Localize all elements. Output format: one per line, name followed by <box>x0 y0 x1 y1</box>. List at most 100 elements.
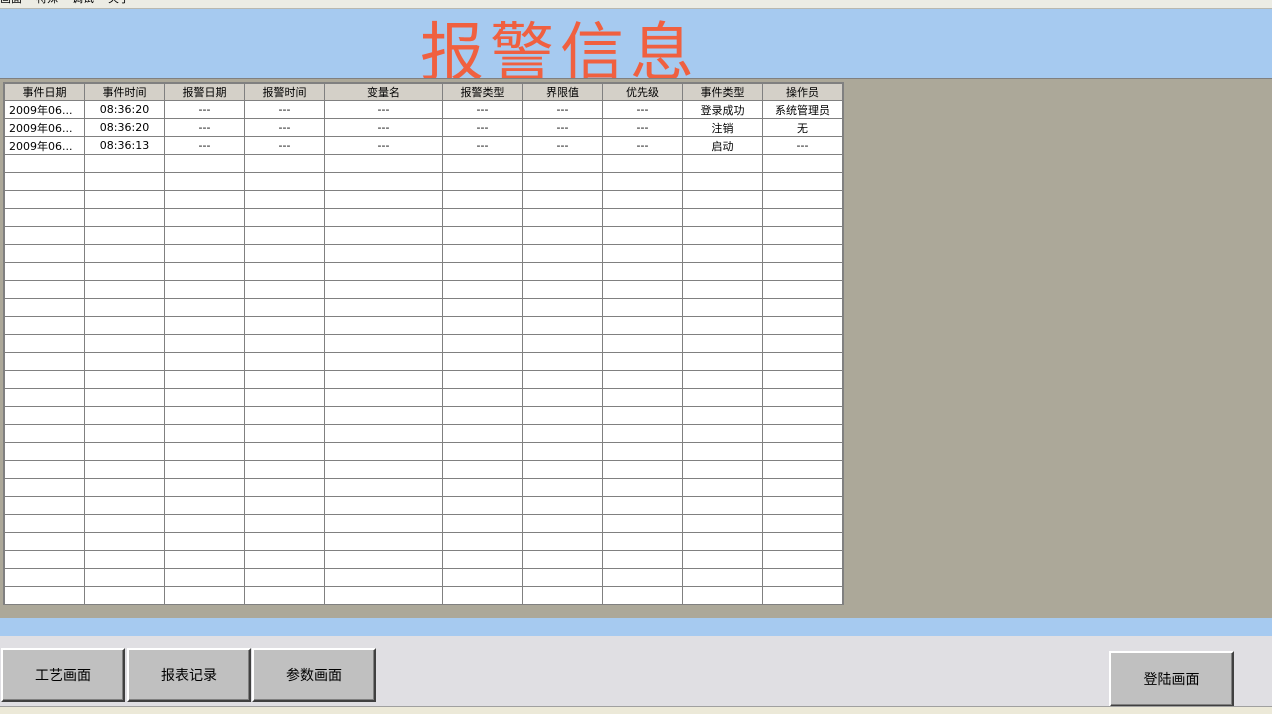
table-cell <box>522 424 603 443</box>
table-cell <box>762 388 843 407</box>
table-cell <box>164 298 245 317</box>
table-cell <box>762 244 843 263</box>
table-cell <box>522 334 603 353</box>
column-header[interactable]: 操作员 <box>762 83 843 101</box>
table-cell <box>324 388 443 407</box>
table-row[interactable]: 2009年06... 08:36:20 --- --- --- --- --- --- 注销无 <box>4 118 843 137</box>
table-cell <box>602 280 683 299</box>
table-cell <box>4 316 85 335</box>
table-cell <box>164 190 245 209</box>
column-header[interactable]: 变量名 <box>324 83 443 101</box>
menu-item[interactable]: 调试 <box>72 0 94 4</box>
table-cell <box>602 550 683 569</box>
table-cell <box>602 208 683 227</box>
table-cell <box>602 388 683 407</box>
table-cell <box>522 262 603 281</box>
table-cell <box>682 190 763 209</box>
table-cell <box>682 244 763 263</box>
table-cell <box>4 370 85 389</box>
process-screen-button[interactable]: 工艺画面 <box>1 648 125 702</box>
alarm-panel: 事件日期 事件时间 报警日期 报警时间 变量名 报警类型 界限值 优先级 事件类型 操作员 200… <box>0 78 1272 620</box>
column-header[interactable]: 事件日期 <box>4 83 85 101</box>
table-cell <box>762 280 843 299</box>
table-cell: --- <box>164 100 245 119</box>
empty-row <box>4 514 843 533</box>
table-cell <box>762 190 843 209</box>
table-cell <box>762 154 843 173</box>
empty-row <box>4 208 843 227</box>
table-cell <box>602 316 683 335</box>
table-cell <box>762 514 843 533</box>
alarm-grid[interactable]: 事件日期 事件时间 报警日期 报警时间 变量名 报警类型 界限值 优先级 事件类型 操作员 200… <box>3 82 844 605</box>
table-cell <box>4 280 85 299</box>
empty-row <box>4 424 843 443</box>
table-cell <box>522 190 603 209</box>
table-cell <box>522 496 603 515</box>
table-cell <box>164 226 245 245</box>
table-cell <box>682 568 763 587</box>
menu-item[interactable]: 特殊 <box>36 0 58 4</box>
column-header[interactable]: 事件时间 <box>84 83 165 101</box>
column-header[interactable]: 界限值 <box>522 83 603 101</box>
table-cell <box>84 352 165 371</box>
table-cell <box>762 334 843 353</box>
login-screen-button[interactable]: 登陆画面 <box>1109 651 1234 707</box>
table-cell <box>164 334 245 353</box>
table-cell <box>164 352 245 371</box>
table-cell <box>442 424 523 443</box>
report-records-button[interactable]: 报表记录 <box>127 648 251 702</box>
table-cell <box>602 190 683 209</box>
empty-row <box>4 352 843 371</box>
column-header[interactable]: 报警日期 <box>164 83 245 101</box>
table-cell: 无 <box>762 118 843 137</box>
parameters-screen-button[interactable]: 参数画面 <box>252 648 376 702</box>
table-cell <box>762 208 843 227</box>
column-header[interactable]: 报警类型 <box>442 83 523 101</box>
table-cell <box>164 496 245 515</box>
table-row[interactable]: 2009年06... 08:36:20 --- --- --- --- --- --- 登录成功… <box>4 100 843 119</box>
table-cell <box>602 496 683 515</box>
table-cell <box>244 586 325 604</box>
table-cell: 2009年06... <box>4 118 85 137</box>
menu-item[interactable]: 画面 <box>0 0 22 4</box>
table-cell <box>324 424 443 443</box>
table-cell: --- <box>244 118 325 137</box>
table-cell <box>84 172 165 191</box>
table-cell <box>682 388 763 407</box>
table-cell <box>84 496 165 515</box>
table-cell <box>4 406 85 425</box>
table-cell <box>4 496 85 515</box>
table-row[interactable]: 2009年06... 08:36:13 --- --- --- --- --- --- 启动 --… <box>4 136 843 155</box>
table-cell <box>682 172 763 191</box>
table-cell <box>84 442 165 461</box>
table-cell <box>762 532 843 551</box>
table-cell <box>442 154 523 173</box>
table-cell: --- <box>442 136 523 155</box>
table-cell <box>4 244 85 263</box>
table-cell <box>682 316 763 335</box>
table-cell <box>682 154 763 173</box>
table-cell <box>602 568 683 587</box>
table-cell <box>324 244 443 263</box>
table-cell <box>244 208 325 227</box>
empty-row <box>4 262 843 281</box>
column-header[interactable]: 事件类型 <box>682 83 763 101</box>
table-cell <box>4 568 85 587</box>
table-header-row: 事件日期 事件时间 报警日期 报警时间 变量名 报警类型 界限值 优先级 事件类型 操作员 <box>4 83 843 101</box>
table-cell: --- <box>324 100 443 119</box>
column-header[interactable]: 优先级 <box>602 83 683 101</box>
table-cell <box>244 550 325 569</box>
table-cell <box>602 460 683 479</box>
table-cell: --- <box>442 118 523 137</box>
menu-item[interactable]: 关于 <box>108 0 130 4</box>
column-header[interactable]: 报警时间 <box>244 83 325 101</box>
table-cell: --- <box>762 136 843 155</box>
table-cell <box>324 226 443 245</box>
table-cell: --- <box>602 100 683 119</box>
table-cell <box>84 316 165 335</box>
table-cell <box>164 154 245 173</box>
table-cell: --- <box>522 136 603 155</box>
table-cell <box>4 226 85 245</box>
table-cell <box>602 514 683 533</box>
table-cell <box>522 352 603 371</box>
